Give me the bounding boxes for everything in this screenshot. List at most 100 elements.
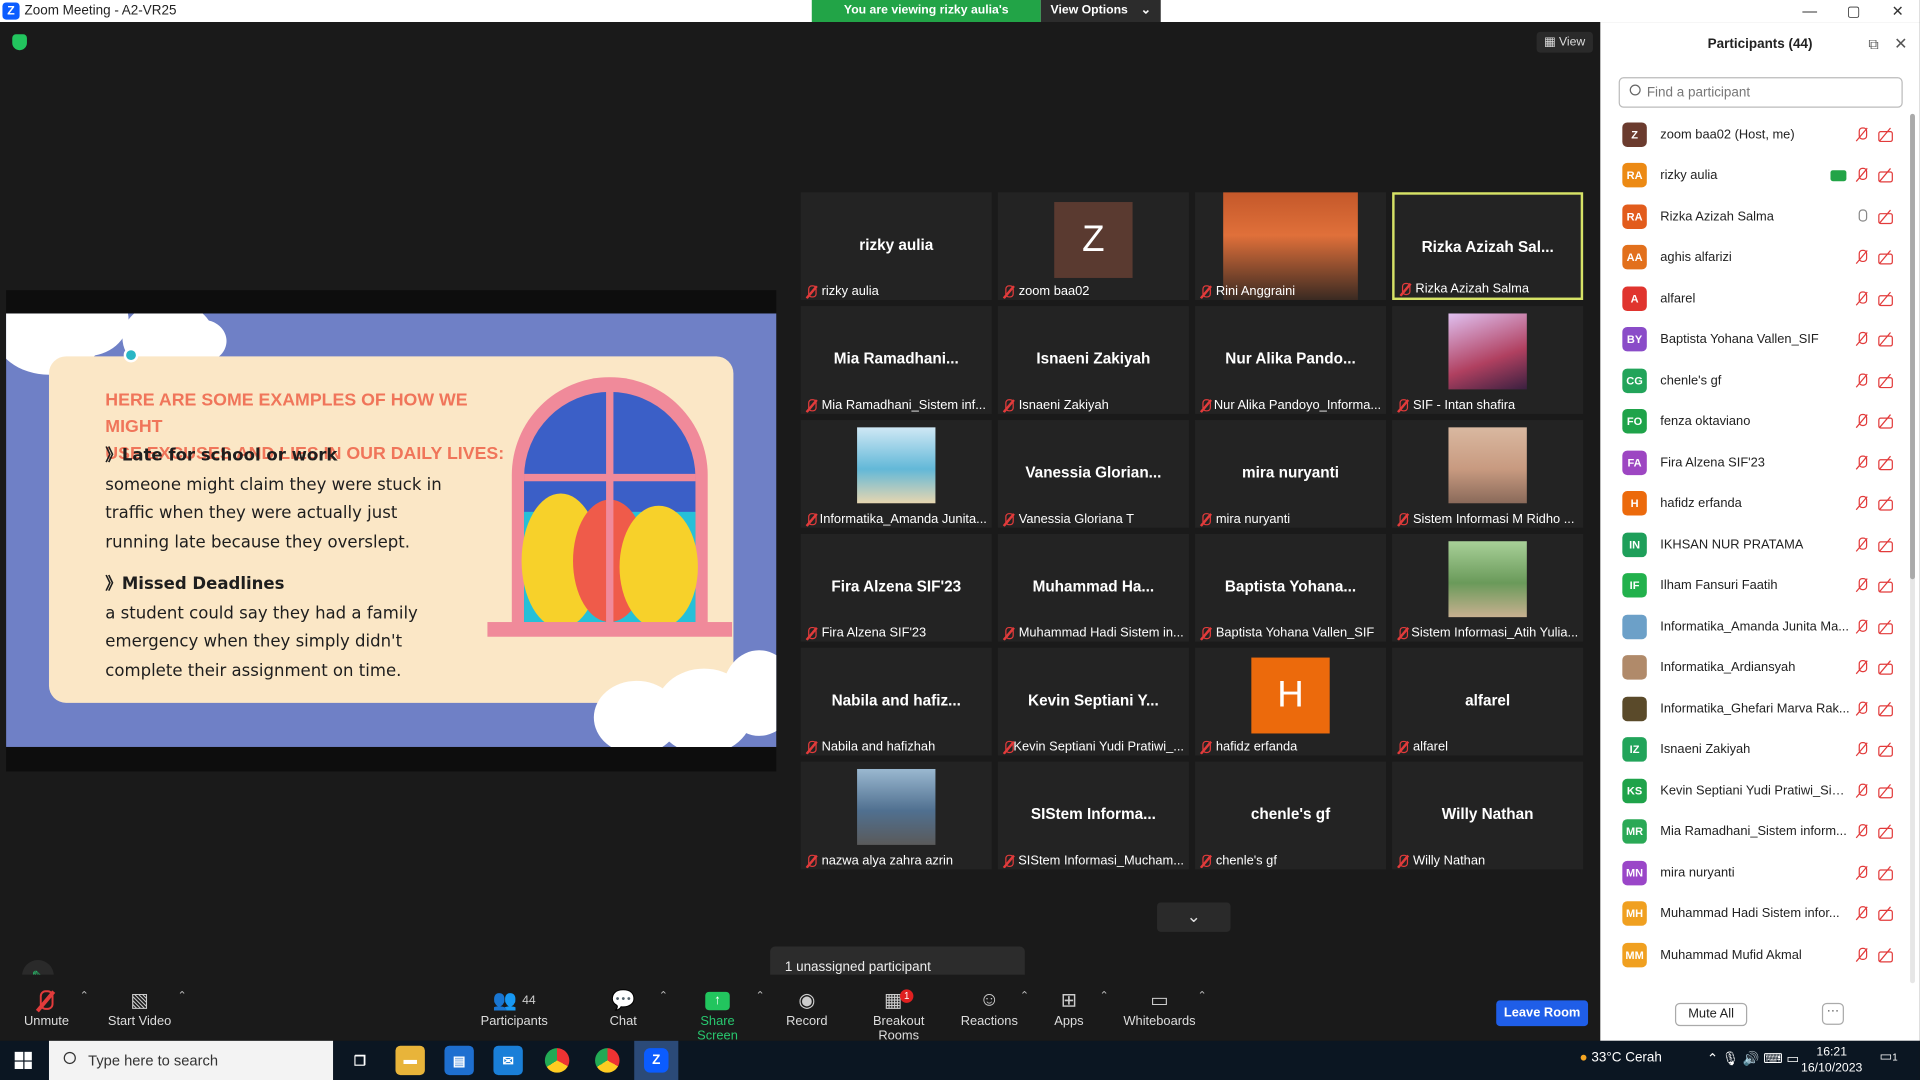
- mic-muted-icon[interactable]: [1855, 372, 1870, 388]
- mic-icon[interactable]: [1855, 208, 1870, 224]
- reactions-button[interactable]: ☺ Reactions: [960, 987, 1019, 1028]
- chrome-icon[interactable]: [542, 1046, 571, 1075]
- video-tile[interactable]: Muhammad Ha... Muhammad Hadi Sistem in...: [997, 533, 1189, 642]
- video-off-icon[interactable]: [1878, 291, 1893, 306]
- chat-options-caret[interactable]: ⌃: [659, 989, 668, 1002]
- participant-row[interactable]: Aalfarel: [1600, 278, 1912, 318]
- participant-row[interactable]: MH Muhammad Hadi Sistem infor...: [1600, 893, 1912, 933]
- participants-button[interactable]: 👥 44 Participants: [478, 987, 551, 1029]
- video-off-icon[interactable]: [1878, 455, 1893, 470]
- mic-muted-icon[interactable]: [1855, 865, 1870, 880]
- close-button[interactable]: ✕: [1876, 0, 1920, 22]
- video-off-icon[interactable]: [1878, 373, 1893, 388]
- video-off-icon[interactable]: [1878, 578, 1893, 593]
- audio-options-caret[interactable]: ⌃: [80, 989, 89, 1002]
- participant-row[interactable]: Informatika_Amanda Junita Ma...: [1600, 606, 1912, 646]
- video-tile[interactable]: Vanessia Glorian... Vanessia Gloriana T: [997, 420, 1189, 528]
- video-tile[interactable]: SIStem Informa... SIStem Informasi_Mucham…: [997, 761, 1189, 870]
- chat-button[interactable]: 💬 Chat: [605, 987, 642, 1029]
- mic-muted-icon[interactable]: [1855, 331, 1870, 347]
- participant-row[interactable]: MR Mia Ramadhani_Sistem inform...: [1600, 811, 1912, 851]
- video-off-icon[interactable]: [1878, 783, 1893, 798]
- participant-row[interactable]: FO fenza oktaviano: [1600, 401, 1912, 441]
- security-shield-icon[interactable]: [12, 34, 27, 51]
- mic-muted-icon[interactable]: [1855, 167, 1870, 183]
- whiteboards-button[interactable]: ▭ Whiteboards: [1122, 987, 1198, 1029]
- video-off-icon[interactable]: [1878, 660, 1893, 675]
- pop-out-icon[interactable]: ⧉: [1868, 36, 1879, 54]
- mic-muted-icon[interactable]: [1855, 618, 1870, 634]
- windows-start-icon[interactable]: [14, 1051, 32, 1069]
- more-options-button[interactable]: ···: [1821, 1002, 1844, 1025]
- share-options-caret[interactable]: ⌃: [755, 989, 764, 1002]
- video-off-icon[interactable]: [1878, 537, 1893, 552]
- view-button[interactable]: ▦ View: [1536, 31, 1593, 53]
- tray-icons[interactable]: ⌃ 🎙 🔊 ⌨ ▭: [1707, 1051, 1799, 1067]
- mic-muted-icon[interactable]: [1855, 742, 1870, 757]
- participant-row[interactable]: IN IKHSAN NUR PRATAMA: [1600, 524, 1912, 564]
- chrome-profile-icon[interactable]: [593, 1046, 622, 1075]
- video-off-icon[interactable]: [1878, 906, 1893, 921]
- video-tile[interactable]: Sistem Informasi M Ridho ...: [1392, 420, 1584, 528]
- video-tile[interactable]: Nabila and hafiz... Nabila and hafizhah: [800, 647, 992, 756]
- video-off-icon[interactable]: [1878, 414, 1893, 429]
- video-tile[interactable]: Fira Alzena SIF'23 Fira Alzena SIF'23: [800, 533, 992, 642]
- weather-widget[interactable]: ● 33°C Cerah: [1579, 1051, 1661, 1066]
- video-tile[interactable]: Rini Anggraini: [1195, 192, 1387, 301]
- video-tile[interactable]: Zzoom baa02: [997, 192, 1189, 301]
- video-tile[interactable]: Rizka Azizah Sal... Rizka Azizah Salma: [1392, 192, 1584, 301]
- participant-row[interactable]: Informatika_Ardiansyah: [1600, 647, 1912, 687]
- video-off-icon[interactable]: [1878, 742, 1893, 757]
- participant-list-scrollbar[interactable]: [1910, 113, 1915, 984]
- participant-row[interactable]: IZ Isnaeni Zakiyah: [1600, 729, 1912, 769]
- taskbar-clock[interactable]: 16:21 16/10/2023: [1800, 1044, 1864, 1076]
- video-tile[interactable]: Sistem Informasi_Atih Yulia...: [1392, 533, 1584, 642]
- zoom-taskbar-icon[interactable]: Z: [634, 1040, 679, 1080]
- maximize-button[interactable]: ▢: [1832, 0, 1876, 22]
- participant-row[interactable]: CG chenle's gf: [1600, 360, 1912, 400]
- minimize-button[interactable]: —: [1788, 0, 1832, 22]
- video-off-icon[interactable]: [1878, 168, 1893, 183]
- video-off-icon[interactable]: [1878, 947, 1893, 962]
- task-view-icon[interactable]: ❐: [345, 1046, 374, 1075]
- video-off-icon[interactable]: [1878, 824, 1893, 839]
- participant-row[interactable]: AA aghis alfarizi: [1600, 237, 1912, 277]
- start-video-button[interactable]: ▧ Start Video: [105, 987, 174, 1029]
- video-tile[interactable]: SIF - Intan shafira: [1392, 306, 1584, 414]
- video-tile[interactable]: chenle's gf chenle's gf: [1195, 761, 1387, 870]
- participant-row[interactable]: RA rizky aulia: [1600, 155, 1912, 195]
- mic-muted-icon[interactable]: [1855, 290, 1870, 306]
- breakout-rooms-button[interactable]: ▦ 1 Breakout Rooms: [852, 987, 945, 1043]
- participant-row[interactable]: BY Baptista Yohana Vallen_SIF: [1600, 319, 1912, 359]
- video-tile[interactable]: Informatika_Amanda Junita...: [800, 420, 992, 528]
- mic-muted-icon[interactable]: [1855, 536, 1870, 552]
- participant-row[interactable]: MM Muhammad Mufid Akmal: [1600, 934, 1912, 974]
- participant-row[interactable]: FA Fira Alzena SIF'23: [1600, 442, 1912, 482]
- video-tile[interactable]: alfarel alfarel: [1392, 647, 1584, 756]
- video-tile[interactable]: Hhafidz erfanda: [1195, 647, 1387, 756]
- record-button[interactable]: ◉ Record: [784, 987, 831, 1029]
- participant-row[interactable]: RA Rizka Azizah Salma: [1600, 196, 1912, 236]
- video-off-icon[interactable]: [1878, 250, 1893, 265]
- video-off-icon[interactable]: [1878, 865, 1893, 880]
- video-options-caret[interactable]: ⌃: [178, 989, 187, 1002]
- participant-row[interactable]: Zzoom baa02 (Host, me): [1600, 114, 1912, 154]
- video-tile[interactable]: Mia Ramadhani... Mia Ramadhani_Sistem inf…: [800, 306, 992, 414]
- mic-muted-icon[interactable]: [1855, 495, 1870, 511]
- mute-all-button[interactable]: Mute All: [1674, 1002, 1748, 1027]
- store-icon[interactable]: ▤: [444, 1045, 474, 1076]
- apps-options-caret[interactable]: ⌃: [1100, 989, 1109, 1002]
- leave-room-button[interactable]: Leave Room: [1496, 1000, 1589, 1027]
- video-off-icon[interactable]: [1878, 496, 1893, 511]
- video-tile[interactable]: Nur Alika Pando... Nur Alika Pandoyo_Info…: [1195, 306, 1387, 414]
- mail-icon[interactable]: ✉: [493, 1045, 523, 1076]
- mic-muted-icon[interactable]: [1855, 413, 1870, 429]
- video-off-icon[interactable]: [1878, 619, 1893, 634]
- participant-row[interactable]: KS Kevin Septiani Yudi Pratiwi_Sist...: [1600, 770, 1912, 810]
- reactions-options-caret[interactable]: ⌃: [1020, 989, 1029, 1002]
- file-explorer-icon[interactable]: ▬: [395, 1045, 425, 1076]
- mic-muted-icon[interactable]: [1855, 249, 1870, 265]
- video-tile[interactable]: Willy Nathan Willy Nathan: [1392, 761, 1584, 870]
- video-tile[interactable]: Kevin Septiani Y... Kevin Septiani Yudi P…: [997, 647, 1189, 756]
- notification-icon[interactable]: ▭1: [1879, 1048, 1897, 1064]
